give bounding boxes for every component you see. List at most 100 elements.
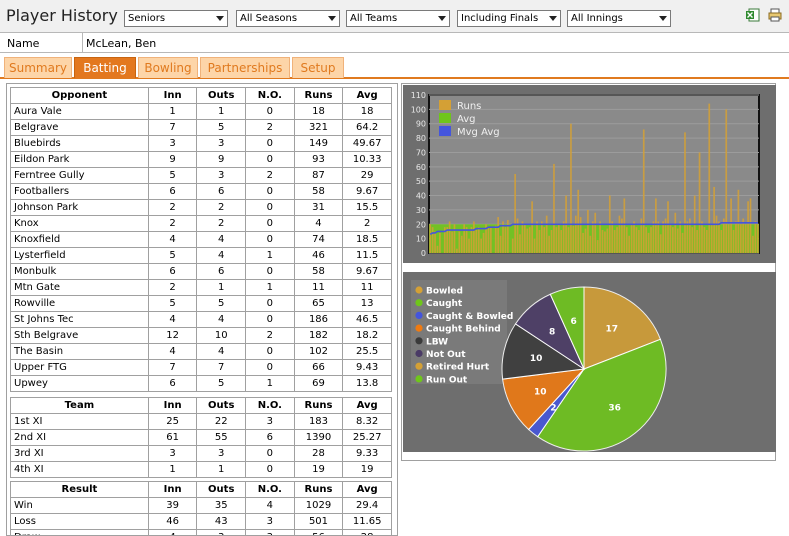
runs-bar: [497, 217, 500, 253]
row-label: St Johns Tec: [10, 311, 149, 328]
legend-swatch: [415, 299, 423, 307]
runs-bar: [463, 224, 466, 253]
row-label: Ferntree Gully: [10, 167, 149, 184]
runs-bar: [475, 230, 478, 253]
tab-setup[interactable]: Setup: [292, 57, 344, 78]
column-header[interactable]: Outs: [196, 397, 247, 414]
column-header[interactable]: N.O.: [245, 87, 295, 104]
innings-select[interactable]: All Innings: [567, 10, 671, 27]
table-row[interactable]: Aura Vale 1 1 0 18 18: [10, 103, 392, 120]
column-header[interactable]: Runs: [293, 481, 344, 498]
legend-label: Run Out: [426, 375, 468, 385]
table-cell: 0: [245, 199, 295, 216]
column-header[interactable]: Inn: [147, 397, 198, 414]
table-row[interactable]: Upwey 6 5 1 69 13.8: [10, 375, 392, 392]
table-cell: 0: [245, 445, 295, 462]
table-row[interactable]: Knoxfield 4 4 0 74 18.5: [10, 231, 392, 248]
table-row[interactable]: Ferntree Gully 5 3 2 87 29: [10, 167, 392, 184]
table-cell: 3: [147, 135, 198, 152]
tab-bowling[interactable]: Bowling: [138, 57, 198, 78]
column-header[interactable]: Avg: [342, 397, 392, 414]
legend-label: Runs: [457, 101, 481, 112]
column-header[interactable]: Team: [10, 397, 149, 414]
season-select[interactable]: All Seasons: [236, 10, 340, 27]
column-header[interactable]: Result: [10, 481, 149, 498]
column-header[interactable]: Avg: [342, 87, 392, 104]
column-header[interactable]: N.O.: [245, 397, 295, 414]
table-row[interactable]: 1st XI 25 22 3 183 8.32: [10, 413, 392, 430]
grade-select[interactable]: Seniors: [124, 10, 228, 27]
column-header[interactable]: N.O.: [245, 481, 295, 498]
table-cell: 4: [245, 497, 295, 514]
table-row[interactable]: Footballers 6 6 0 58 9.67: [10, 183, 392, 200]
table-cell: 0: [245, 135, 295, 152]
column-header[interactable]: Runs: [293, 397, 344, 414]
table-row[interactable]: Sth Belgrave 12 10 2 182 18.2: [10, 327, 392, 344]
runs-bar: [560, 230, 563, 253]
table-row[interactable]: Eildon Park 9 9 0 93 10.33: [10, 151, 392, 168]
runs-bar: [584, 228, 587, 253]
table-header-row: Team Inn Outs N.O. Runs Avg: [10, 397, 392, 414]
table-row[interactable]: 2nd XI 61 55 6 1390 25.27: [10, 429, 392, 446]
table-row[interactable]: Upper FTG 7 7 0 66 9.43: [10, 359, 392, 376]
table-cell: 1: [196, 103, 247, 120]
team-select[interactable]: All Teams: [346, 10, 450, 27]
runs-bar: [528, 227, 531, 253]
table-row[interactable]: St Johns Tec 4 4 0 186 46.5: [10, 311, 392, 328]
runs-bar: [579, 217, 582, 253]
table-row[interactable]: Win 39 35 4 1029 29.4: [10, 497, 392, 514]
runs-bar: [722, 218, 725, 253]
runs-bar: [601, 230, 604, 253]
table-cell: 1: [147, 461, 198, 478]
tab-batting[interactable]: Batting: [74, 57, 136, 78]
table-cell: 87: [293, 167, 344, 184]
table-row[interactable]: 3rd XI 3 3 0 28 9.33: [10, 445, 392, 462]
column-header[interactable]: Outs: [196, 87, 247, 104]
runs-bar: [674, 212, 677, 253]
table-row[interactable]: Lysterfield 5 4 1 46 11.5: [10, 247, 392, 264]
table-row[interactable]: Mtn Gate 2 1 1 11 11: [10, 279, 392, 296]
table-row[interactable]: Johnson Park 2 2 0 31 15.5: [10, 199, 392, 216]
table-row[interactable]: The Basin 4 4 0 102 25.5: [10, 343, 392, 360]
tab-summary[interactable]: Summary: [4, 57, 72, 78]
tab-partnerships[interactable]: Partnerships: [200, 57, 290, 78]
table-cell: 5: [147, 295, 198, 312]
player-name-row: Name McLean, Ben: [0, 33, 789, 53]
table-row[interactable]: Belgrave 7 5 2 321 64.2: [10, 119, 392, 136]
column-header[interactable]: Avg: [342, 481, 392, 498]
runs-bar: [749, 198, 752, 253]
table-row[interactable]: Draw4335628: [10, 529, 392, 535]
runs-bar: [713, 186, 715, 253]
column-header[interactable]: Outs: [196, 481, 247, 498]
runs-bar: [458, 231, 461, 253]
print-icon[interactable]: [768, 8, 782, 22]
table-row[interactable]: Bluebirds 3 3 0 149 49.67: [10, 135, 392, 152]
table-cell: 22: [196, 413, 247, 430]
runs-bar: [739, 224, 742, 253]
runs-bar: [754, 221, 757, 253]
table-row[interactable]: Loss 46 43 3 501 11.65: [10, 513, 392, 530]
runs-bar: [730, 198, 732, 253]
table-row[interactable]: Rowville 5 5 0 65 13: [10, 295, 392, 312]
runs-bar: [482, 232, 485, 253]
table-row[interactable]: Knox 2 2 0 4 2: [10, 215, 392, 232]
runs-bar: [613, 230, 616, 253]
table-cell: 5: [147, 247, 198, 264]
runs-bar: [611, 221, 614, 253]
finals-select[interactable]: Including Finals: [457, 10, 561, 27]
runs-bar: [523, 224, 526, 253]
table-cell: 0: [245, 215, 295, 232]
table-cell: 0: [245, 295, 295, 312]
table-row[interactable]: 4th XI 1 1 0 19 19: [10, 461, 392, 478]
column-header[interactable]: Inn: [147, 481, 198, 498]
runs-bar: [468, 238, 470, 253]
table-cell: 1390: [293, 429, 344, 446]
y-tick-label: 110: [411, 91, 426, 100]
table-cell: 3: [196, 167, 247, 184]
column-header[interactable]: Inn: [147, 87, 198, 104]
column-header[interactable]: Runs: [293, 87, 344, 104]
table-row[interactable]: Monbulk 6 6 0 58 9.67: [10, 263, 392, 280]
column-header[interactable]: Opponent: [10, 87, 149, 104]
table-cell: 93: [293, 151, 344, 168]
excel-export-icon[interactable]: [746, 8, 760, 22]
